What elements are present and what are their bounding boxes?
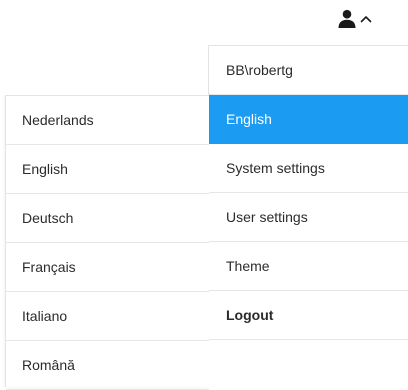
user-menu-toggle[interactable]	[333, 4, 389, 36]
language-option-francais[interactable]: Français	[6, 243, 209, 292]
menu-item-username: BB\robertg	[209, 46, 408, 95]
menu-item-theme[interactable]: Theme	[209, 242, 408, 291]
language-submenu: Nederlands English Deutsch Français Ital…	[5, 95, 209, 390]
menu-item-language[interactable]: English	[209, 95, 408, 144]
language-option-romana[interactable]: Română	[6, 341, 209, 390]
menu-item-user-settings[interactable]: User settings	[209, 193, 408, 242]
menu-item-logout[interactable]: Logout	[209, 291, 408, 340]
menu-item-system-settings[interactable]: System settings	[209, 144, 408, 193]
language-option-italiano[interactable]: Italiano	[6, 292, 209, 341]
language-option-deutsch[interactable]: Deutsch	[6, 194, 209, 243]
user-icon	[338, 9, 356, 28]
language-option-english[interactable]: English	[6, 145, 209, 194]
chevron-up-icon	[360, 16, 372, 23]
user-dropdown-menu: BB\robertg English System settings User …	[208, 45, 408, 387]
language-option-nederlands[interactable]: Nederlands	[6, 96, 209, 145]
